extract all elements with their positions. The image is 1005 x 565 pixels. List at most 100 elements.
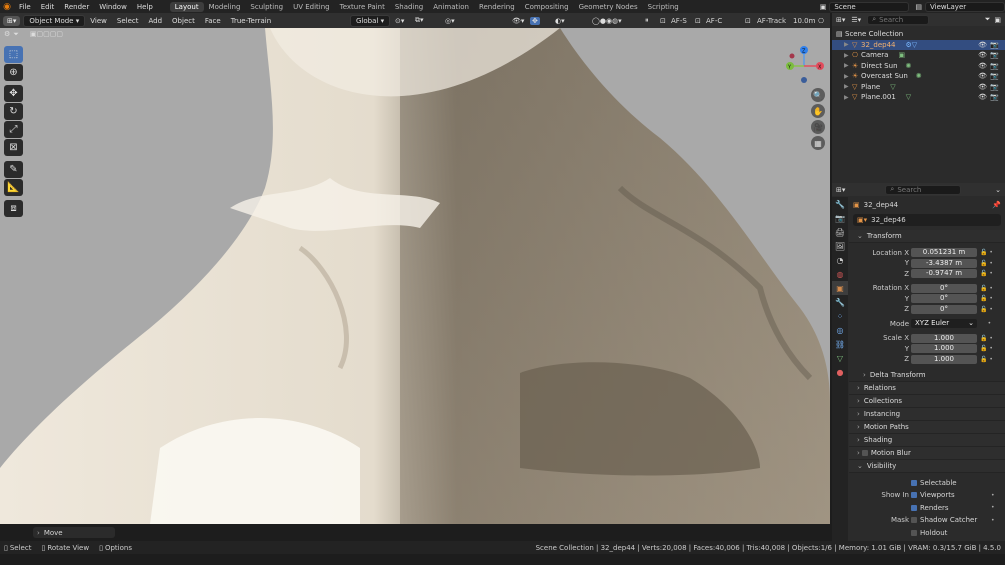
menu-face[interactable]: Face xyxy=(200,17,226,25)
mode-selector[interactable]: Object Mode ▾ xyxy=(23,14,86,27)
camera-view-icon[interactable]: 🎥 xyxy=(811,120,825,134)
pin-icon[interactable]: 📌 xyxy=(992,201,1001,209)
render-camera-icon[interactable]: 📷 xyxy=(990,51,999,59)
rotation-x-field[interactable]: 0° xyxy=(911,283,977,293)
viewports-checkbox[interactable]: Viewports xyxy=(911,491,955,499)
menu-add[interactable]: Add xyxy=(143,17,167,25)
menu-edit[interactable]: Edit xyxy=(36,3,60,11)
af-track-label[interactable]: AF-Track xyxy=(757,17,786,25)
location-x-field[interactable]: 0.051231 m xyxy=(911,248,977,257)
menu-view[interactable]: View xyxy=(85,17,112,25)
rotation-z-field[interactable]: 0° xyxy=(911,304,977,314)
scale-x-field[interactable]: 1.000 xyxy=(911,333,977,343)
location-y-field[interactable]: -3.4387 m xyxy=(911,258,977,268)
instancing-section[interactable]: › Instancing xyxy=(849,408,1005,421)
expand-icon[interactable]: ▶ xyxy=(844,41,852,48)
select-mode-icons[interactable]: ▣▢▢▢▢ xyxy=(30,30,63,38)
menu-select[interactable]: Select xyxy=(112,17,144,25)
gizmo-neg-z[interactable] xyxy=(801,77,807,83)
3d-viewport[interactable] xyxy=(0,28,830,524)
chevron-down-icon[interactable]: ⌄ xyxy=(995,186,1001,194)
lock-icon[interactable]: 🔓 • xyxy=(980,345,993,352)
new-collection-icon[interactable]: ▣ xyxy=(994,16,1001,24)
view-layer-selector[interactable]: ViewLayer xyxy=(925,1,1005,12)
render-camera-icon[interactable]: 📷 xyxy=(990,41,999,49)
menu-render[interactable]: Render xyxy=(59,3,94,11)
shading-modes-icon[interactable]: ◯●◉◍▾ xyxy=(592,17,622,25)
editor-type-icon[interactable]: ⊞▾ xyxy=(3,15,21,26)
gizmo-neg-x[interactable] xyxy=(789,53,795,59)
render-tab-icon[interactable]: 📷 xyxy=(832,211,848,225)
expand-icon[interactable]: ▶ xyxy=(844,52,852,59)
particles-tab-icon[interactable]: ⁘ xyxy=(832,309,848,323)
pause-icon[interactable]: ⏸ xyxy=(645,16,649,25)
annotate-icon[interactable]: ✎ xyxy=(4,161,23,178)
tab-rendering[interactable]: Rendering xyxy=(474,2,520,12)
eye-icon[interactable]: 👁 xyxy=(978,83,987,91)
snap-icon[interactable]: ⧉▾ xyxy=(415,16,424,25)
scene-selector[interactable]: Scene xyxy=(829,1,910,12)
tab-layout[interactable]: Layout xyxy=(169,1,204,12)
modifier-tab-icon[interactable]: 🔧 xyxy=(832,295,848,309)
pan-hand-icon[interactable]: ✋ xyxy=(811,104,825,118)
scale-z-field[interactable]: 1.000 xyxy=(911,354,977,364)
overlay-icon[interactable]: ◐▾ xyxy=(555,17,565,25)
lock-icon[interactable]: 🔓 • xyxy=(980,285,993,292)
scale-icon[interactable]: ⤢ xyxy=(4,121,23,138)
outliner-item-32-dep44[interactable]: ▶ ▽ 32_dep44 ⚙▽ 👁 📷 xyxy=(832,39,1005,50)
move-icon[interactable]: ✥ xyxy=(4,85,23,102)
tab-geometry-nodes[interactable]: Geometry Nodes xyxy=(574,2,643,12)
gizmo-toggle-icon[interactable]: ✥ xyxy=(530,16,540,25)
lock-icon[interactable]: 🔓 • xyxy=(980,335,993,342)
eye-icon[interactable]: 👁 xyxy=(978,93,987,101)
outliner-item-plane[interactable]: ▶ ▽ Plane ▽ 👁 📷 xyxy=(832,82,1005,93)
menu-true-terrain[interactable]: True-Terrain xyxy=(226,17,276,25)
keyframe-dot-icon[interactable]: • xyxy=(991,492,995,499)
object-name-field[interactable]: ▣▾ 32_dep46 xyxy=(853,214,1001,226)
af-c-label[interactable]: AF-C xyxy=(706,17,722,25)
expand-icon[interactable]: ▶ xyxy=(844,94,852,101)
focal-distance[interactable]: 10.0m xyxy=(793,17,815,25)
render-camera-icon[interactable]: 📷 xyxy=(990,93,999,101)
render-camera-icon[interactable]: 📷 xyxy=(990,72,999,80)
expand-icon[interactable]: ▶ xyxy=(844,62,852,69)
selectable-checkbox[interactable]: Selectable xyxy=(911,479,957,487)
rotate-icon[interactable]: ↻ xyxy=(4,103,23,120)
lock-icon[interactable]: 🔓 • xyxy=(980,306,993,313)
world-tab-icon[interactable]: ◍ xyxy=(832,267,848,281)
tab-texture-paint[interactable]: Texture Paint xyxy=(335,2,390,12)
rotation-mode-select[interactable]: XYZ Euler ⌄ xyxy=(911,319,977,328)
proportional-icon[interactable]: ◎▾ xyxy=(445,17,455,25)
tab-shading[interactable]: Shading xyxy=(390,2,428,12)
blender-logo-icon[interactable]: ◉ xyxy=(0,0,14,13)
tab-compositing[interactable]: Compositing xyxy=(520,2,574,12)
shading-section[interactable]: › Shading xyxy=(849,434,1005,447)
transform-icon[interactable]: ⊠ xyxy=(4,139,23,156)
outliner-item-plane-001[interactable]: ▶ ▽ Plane.001 ▽ 👁 📷 xyxy=(832,92,1005,103)
material-tab-icon[interactable]: ● xyxy=(832,365,848,379)
lock-icon[interactable]: 🔓 • xyxy=(980,260,993,267)
tab-uv-editing[interactable]: UV Editing xyxy=(288,2,335,12)
add-cube-icon[interactable]: ⧈ xyxy=(4,200,23,217)
lock-icon[interactable]: 🔓 • xyxy=(980,356,993,363)
properties-search[interactable]: ⌕ Search xyxy=(885,184,962,195)
navigation-gizmo[interactable]: Z X Y xyxy=(782,44,826,88)
eye-icon[interactable]: 👁 xyxy=(978,72,987,80)
outliner-item-overcast-sun[interactable]: ▶ ☀ Overcast Sun ✺ 👁 📷 xyxy=(832,71,1005,82)
camera-icon[interactable]: ⎔ xyxy=(818,17,824,25)
menu-object[interactable]: Object xyxy=(167,17,200,25)
rotation-y-field[interactable]: 0° xyxy=(911,294,977,303)
tab-modeling[interactable]: Modeling xyxy=(204,2,246,12)
eye-icon[interactable]: 👁 xyxy=(978,41,987,49)
constraints-tab-icon[interactable]: ⛓ xyxy=(832,337,848,351)
renders-checkbox[interactable]: Renders xyxy=(911,504,949,512)
keyframe-dot-icon[interactable]: • xyxy=(991,517,995,524)
settings-icon[interactable]: ⚙ xyxy=(4,30,10,38)
transform-orientation[interactable]: Global ▾ xyxy=(350,14,391,27)
keyframe-dot-icon[interactable]: • xyxy=(980,320,992,327)
view-layer-tab-icon[interactable]: 🖼 xyxy=(832,239,848,253)
tab-animation[interactable]: Animation xyxy=(428,2,474,12)
menu-file[interactable]: File xyxy=(14,3,36,11)
operator-last-panel[interactable]: › Move xyxy=(33,527,115,538)
scale-y-field[interactable]: 1.000 xyxy=(911,344,977,353)
